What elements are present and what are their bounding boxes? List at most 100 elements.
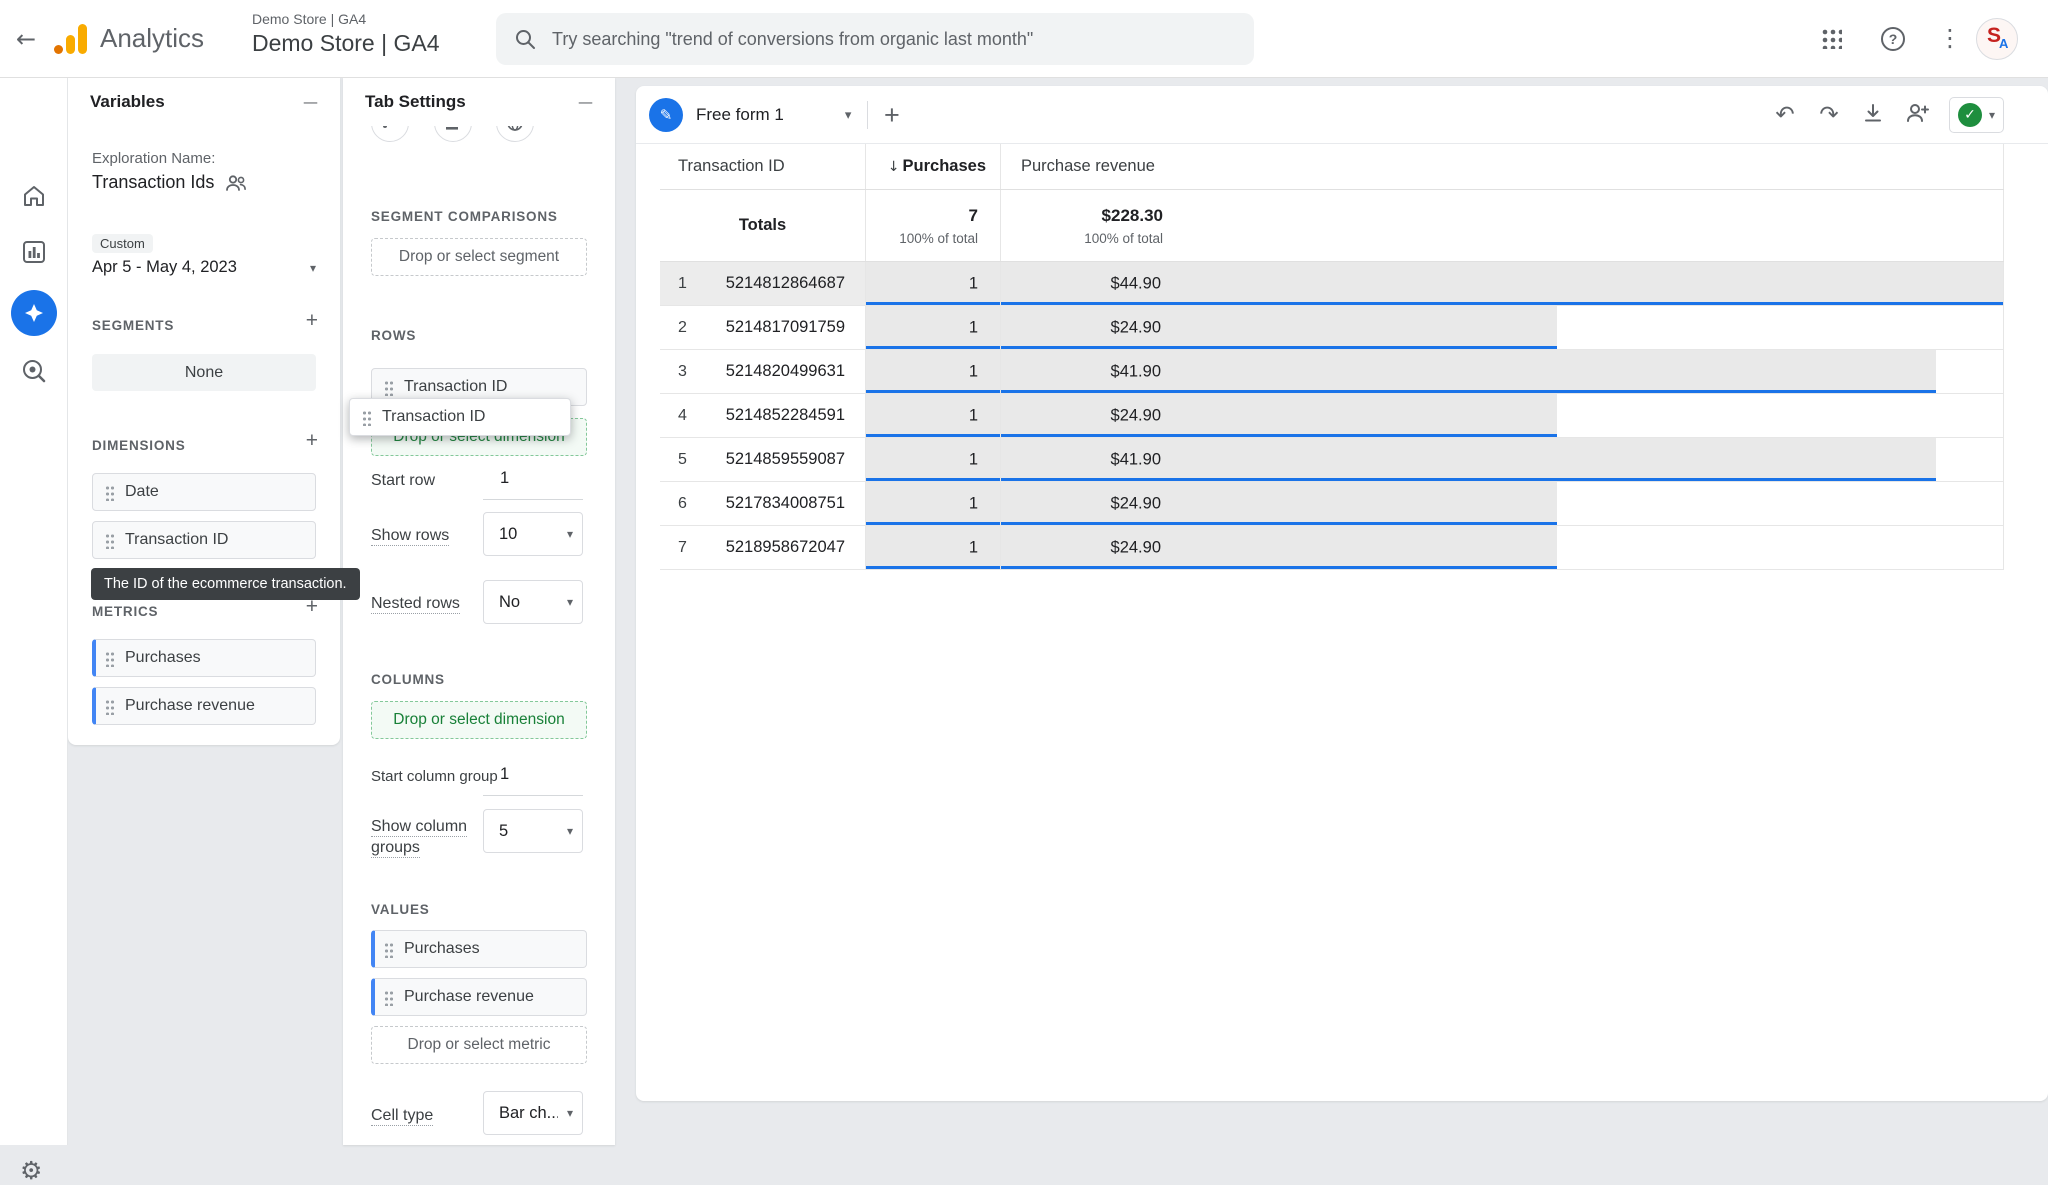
- header-transaction-id[interactable]: Transaction ID: [660, 144, 865, 189]
- metric-chip-purchase-revenue[interactable]: Purchase revenue: [92, 687, 316, 725]
- transaction-id-value: 5214859559087: [726, 450, 845, 469]
- row-index: 1: [678, 275, 687, 293]
- purchases-bar: [866, 394, 1000, 437]
- revenue-cell: $41.90: [1000, 350, 2004, 393]
- values-drop-label: Drop or select metric: [408, 1036, 551, 1054]
- dimension-chip-transaction-id[interactable]: Transaction ID: [92, 521, 316, 559]
- start-column-group-label: Start column group: [371, 766, 479, 787]
- property-selector[interactable]: Demo Store | GA4 Demo Store | GA4: [252, 11, 440, 57]
- values-metric-drop-zone[interactable]: Drop or select metric: [371, 1026, 587, 1064]
- show-column-groups-select[interactable]: 5 ▾: [483, 809, 583, 853]
- values-section-label: VALUES: [371, 902, 430, 917]
- search-bar[interactable]: [496, 13, 1254, 65]
- tab-strip: ✎ Free form 1 ▾ + ↶ ↷ ✓ ▾: [636, 86, 2048, 144]
- explore-icon-selected[interactable]: [11, 290, 57, 336]
- purchases-bar: [866, 482, 1000, 525]
- purchases-bar: [866, 306, 1000, 349]
- header-purchases-sorted[interactable]: ↓ Purchases: [865, 144, 1000, 189]
- home-icon[interactable]: [20, 182, 48, 210]
- add-dimension-button[interactable]: +: [306, 431, 318, 451]
- values-chip-label: Purchases: [404, 940, 480, 958]
- revenue-value: $44.90: [1001, 274, 1161, 293]
- more-vert-icon[interactable]: ⋮: [1938, 24, 1962, 52]
- rows-section-label: ROWS: [371, 328, 416, 343]
- table-row[interactable]: 6 5217834008751 1 $24.90: [660, 482, 2004, 526]
- undo-icon[interactable]: ↶: [1773, 101, 1797, 129]
- avatar[interactable]: S A: [1976, 18, 2018, 60]
- segment-drop-zone[interactable]: Drop or select segment: [371, 238, 587, 276]
- nested-rows-select[interactable]: No ▾: [483, 580, 583, 624]
- purchases-value: 1: [969, 450, 978, 469]
- date-range-badge: Custom: [92, 234, 153, 253]
- collapse-variables-button[interactable]: —: [303, 93, 318, 111]
- show-rows-value: 10: [499, 525, 517, 544]
- add-metric-button[interactable]: +: [306, 597, 318, 617]
- metric-chip-purchases[interactable]: Purchases: [92, 639, 316, 677]
- back-arrow-icon[interactable]: ←: [8, 24, 44, 54]
- values-chip-label: Purchase revenue: [404, 988, 534, 1006]
- cell-type-select[interactable]: Bar ch... ▾: [483, 1091, 583, 1135]
- chevron-down-icon: ▾: [567, 595, 573, 609]
- add-segment-button[interactable]: +: [306, 311, 318, 331]
- start-row-label: Start row: [371, 470, 479, 491]
- table-row[interactable]: 2 5214817091759 1 $24.90: [660, 306, 2004, 350]
- values-chip-purchase-revenue[interactable]: Purchase revenue: [371, 978, 587, 1016]
- chevron-down-icon: ▾: [567, 824, 573, 838]
- totals-revenue-subtext: 100% of total: [1084, 231, 1163, 246]
- collapse-tab-settings-button[interactable]: —: [578, 93, 593, 111]
- tab-free-form-1[interactable]: ✎ Free form 1 ▾: [649, 86, 851, 144]
- values-chip-purchases[interactable]: Purchases: [371, 930, 587, 968]
- transaction-id-cell: 4 5214852284591: [660, 394, 865, 437]
- segment-comparisons-label: SEGMENT COMPARISONS: [371, 209, 558, 224]
- chevron-down-icon[interactable]: ▾: [1989, 108, 1995, 122]
- search-input[interactable]: [552, 29, 1236, 50]
- table-row[interactable]: 1 5214812864687 1 $44.90: [660, 262, 2004, 306]
- download-icon[interactable]: [1861, 101, 1885, 129]
- sort-descending-icon: ↓: [888, 159, 900, 175]
- revenue-cell: $24.90: [1000, 526, 2004, 569]
- show-rows-label: Show rows: [371, 525, 479, 546]
- reports-icon[interactable]: [20, 238, 48, 266]
- drag-handle-icon: [105, 650, 114, 667]
- settings-gear-icon[interactable]: ⚙: [20, 1156, 42, 1185]
- segments-empty-item[interactable]: None: [92, 354, 316, 391]
- table-row[interactable]: 5 5214859559087 1 $41.90: [660, 438, 2004, 482]
- dimension-chip-date[interactable]: Date: [92, 473, 316, 511]
- purchases-value: 1: [969, 362, 978, 381]
- table-row[interactable]: 7 5218958672047 1 $24.90: [660, 526, 2004, 570]
- chevron-down-icon[interactable]: ▾: [845, 108, 852, 123]
- revenue-value: $24.90: [1001, 538, 1161, 557]
- help-glyph: ?: [1889, 31, 1898, 47]
- drag-handle-icon: [384, 379, 393, 396]
- dragged-dimension-chip[interactable]: Transaction ID: [349, 398, 571, 436]
- pencil-icon: ✎: [649, 98, 683, 132]
- dragged-chip-label: Transaction ID: [382, 408, 485, 426]
- purchases-cell: 1: [865, 306, 1000, 349]
- table-header: Transaction ID ↓ Purchases Purchase reve…: [660, 144, 2004, 190]
- avatar-secondary: A: [1999, 36, 2008, 51]
- columns-dimension-drop-zone[interactable]: Drop or select dimension: [371, 701, 587, 739]
- start-column-group-input[interactable]: 1: [483, 754, 583, 796]
- start-row-input[interactable]: 1: [483, 458, 583, 500]
- header-purchase-revenue[interactable]: Purchase revenue: [1000, 144, 2004, 189]
- apply-status-button[interactable]: ✓ ▾: [1949, 97, 2004, 133]
- exploration-name[interactable]: Transaction Ids: [92, 172, 316, 193]
- show-rows-select[interactable]: 10 ▾: [483, 512, 583, 556]
- tab-settings-panel: Tab Settings — SEGMENT COMPARISONS Drop …: [343, 78, 615, 1145]
- add-tab-button[interactable]: +: [884, 99, 900, 131]
- apps-grid-icon[interactable]: [1820, 27, 1842, 49]
- redo-icon[interactable]: ↷: [1817, 101, 1841, 129]
- drag-handle-icon: [105, 532, 114, 549]
- transaction-id-cell: 6 5217834008751: [660, 482, 865, 525]
- top-app-bar: ← Analytics Demo Store | GA4 Demo Store …: [0, 0, 2048, 78]
- table-row[interactable]: 3 5214820499631 1 $41.90: [660, 350, 2004, 394]
- start-row-value: 1: [500, 469, 509, 488]
- app-name: Analytics: [100, 23, 204, 54]
- table-row[interactable]: 4 5214852284591 1 $24.90: [660, 394, 2004, 438]
- purchases-cell: 1: [865, 526, 1000, 569]
- help-icon[interactable]: ?: [1881, 27, 1905, 51]
- purchases-cell: 1: [865, 438, 1000, 481]
- share-users-icon[interactable]: [1905, 101, 1929, 129]
- advertising-icon[interactable]: [20, 357, 48, 385]
- date-range-selector[interactable]: Apr 5 - May 4, 2023 ▾: [92, 258, 316, 277]
